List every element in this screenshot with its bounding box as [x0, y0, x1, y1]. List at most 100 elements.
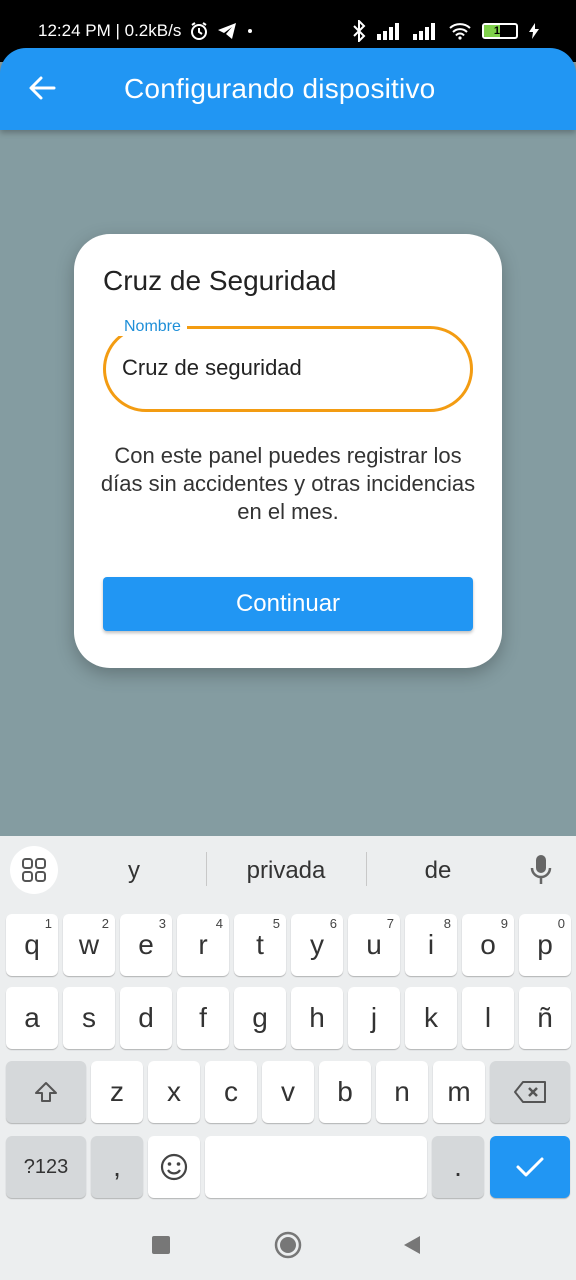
smiley-icon — [160, 1153, 188, 1181]
grid-icon — [22, 858, 46, 882]
key-label: u — [366, 929, 382, 960]
key-number-hint: 4 — [215, 916, 223, 931]
key-label: q — [24, 929, 40, 960]
voice-input-button[interactable] — [526, 852, 556, 888]
key-b[interactable]: b — [319, 1061, 371, 1123]
home-button[interactable] — [273, 1230, 303, 1260]
key-t[interactable]: t5 — [234, 914, 286, 976]
card-title: Cruz de Seguridad — [103, 265, 337, 296]
card-description: Con este panel puedes registrar los días… — [100, 443, 476, 524]
key-c[interactable]: c — [205, 1061, 257, 1123]
key-h[interactable]: h — [291, 987, 343, 1049]
telegram-icon — [217, 22, 237, 40]
backspace-key[interactable] — [490, 1061, 570, 1123]
circle-icon — [274, 1231, 302, 1259]
signal-icon — [376, 22, 402, 40]
key-label: p — [537, 929, 553, 960]
key-u[interactable]: u7 — [348, 914, 400, 976]
device-setup-card: Cruz de Seguridad Nombre Con este panel … — [74, 234, 502, 668]
shift-arrow-icon — [35, 1082, 57, 1102]
key-number-hint: 9 — [500, 916, 508, 931]
key-number-hint: 3 — [158, 916, 166, 931]
key-y[interactable]: y6 — [291, 914, 343, 976]
wifi-icon — [448, 22, 472, 40]
key-v[interactable]: v — [262, 1061, 314, 1123]
status-left: 12:24 PM | 0.2kB/s — [38, 21, 255, 41]
battery-level: 17 — [493, 25, 507, 37]
status-right: 17 — [352, 20, 540, 42]
key-number-hint: 6 — [329, 916, 337, 931]
charging-icon — [528, 22, 540, 40]
key-label: w — [78, 929, 100, 960]
app-bar: Configurando dispositivo — [0, 48, 576, 130]
suggestion-bar: y privada de — [0, 836, 576, 906]
apps-grid-button[interactable] — [10, 846, 58, 894]
continue-button[interactable]: Continuar — [103, 577, 473, 631]
key-g[interactable]: g — [234, 987, 286, 1049]
battery-icon: 17 — [482, 23, 518, 39]
square-icon — [152, 1236, 170, 1254]
enter-key[interactable] — [490, 1136, 570, 1198]
key-number-hint: 0 — [557, 916, 565, 931]
arrow-left-icon — [29, 76, 56, 100]
key-r[interactable]: r4 — [177, 914, 229, 976]
suggestion-divider — [366, 852, 367, 886]
key-number-hint: 1 — [44, 916, 52, 931]
name-field[interactable]: Nombre — [103, 318, 473, 412]
key-p[interactable]: p0 — [519, 914, 571, 976]
key-label: y — [310, 929, 324, 960]
key-i[interactable]: i8 — [405, 914, 457, 976]
key-n[interactable]: n — [376, 1061, 428, 1123]
system-nav-bar — [0, 1208, 576, 1280]
backspace-icon — [514, 1081, 546, 1103]
key-x[interactable]: x — [148, 1061, 200, 1123]
shift-key[interactable] — [6, 1061, 86, 1123]
dot-icon — [245, 26, 255, 36]
key-l[interactable]: l — [462, 987, 514, 1049]
numbers-key[interactable]: ?123 — [6, 1136, 86, 1198]
comma-key[interactable]: , — [91, 1136, 143, 1198]
name-field-label: Nombre — [118, 318, 187, 336]
suggestion-1[interactable]: y — [64, 857, 204, 885]
key-a[interactable]: a — [6, 987, 58, 1049]
name-input[interactable] — [122, 355, 452, 381]
key-ñ[interactable]: ñ — [519, 987, 571, 1049]
triangle-back-icon — [404, 1236, 420, 1254]
page-title: Configurando dispositivo — [124, 73, 436, 104]
key-j[interactable]: j — [348, 987, 400, 1049]
key-z[interactable]: z — [91, 1061, 143, 1123]
key-q[interactable]: q1 — [6, 914, 58, 976]
period-key[interactable]: . — [432, 1136, 484, 1198]
key-number-hint: 7 — [386, 916, 394, 931]
key-d[interactable]: d — [120, 987, 172, 1049]
key-e[interactable]: e3 — [120, 914, 172, 976]
key-label: r — [198, 929, 208, 960]
suggestion-divider — [206, 852, 207, 886]
bluetooth-icon — [352, 20, 366, 42]
emoji-key[interactable] — [148, 1136, 200, 1198]
recents-button[interactable] — [146, 1230, 176, 1260]
key-s[interactable]: s — [63, 987, 115, 1049]
space-key[interactable] — [205, 1136, 427, 1198]
check-icon — [516, 1157, 544, 1177]
key-label: e — [138, 929, 154, 960]
key-f[interactable]: f — [177, 987, 229, 1049]
back-nav-button[interactable] — [397, 1230, 427, 1260]
key-number-hint: 2 — [101, 916, 109, 931]
key-label: t — [256, 929, 264, 960]
key-number-hint: 8 — [443, 916, 451, 931]
key-label: i — [427, 929, 435, 960]
back-button[interactable] — [24, 70, 60, 106]
signal-icon — [412, 22, 438, 40]
key-k[interactable]: k — [405, 987, 457, 1049]
key-label: o — [480, 929, 496, 960]
key-o[interactable]: o9 — [462, 914, 514, 976]
suggestion-3[interactable]: de — [368, 857, 508, 885]
alarm-icon — [189, 21, 209, 41]
key-number-hint: 5 — [272, 916, 280, 931]
key-w[interactable]: w2 — [63, 914, 115, 976]
microphone-icon — [530, 855, 552, 884]
status-time: 12:24 PM | 0.2kB/s — [38, 21, 182, 40]
key-m[interactable]: m — [433, 1061, 485, 1123]
suggestion-2[interactable]: privada — [216, 857, 356, 885]
